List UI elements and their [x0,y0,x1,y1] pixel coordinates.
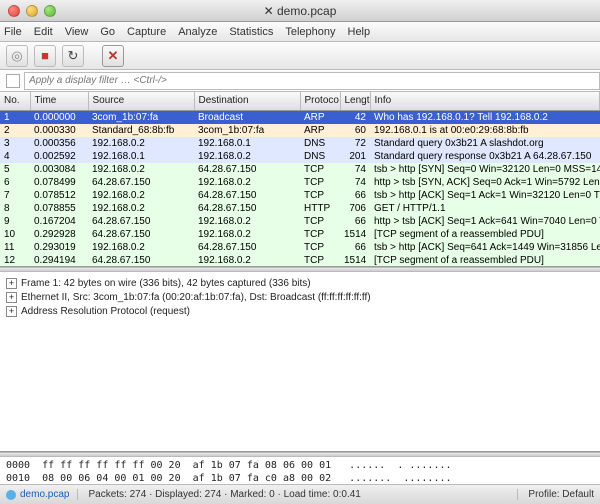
start-capture-button[interactable]: ◎ [6,45,28,67]
tree-frame[interactable]: +Frame 1: 42 bytes on wire (336 bits), 4… [6,276,594,290]
window-title: demo.pcap [277,4,336,18]
close-file-button[interactable]: ✕ [102,45,124,67]
menubar: File Edit View Go Capture Analyze Statis… [0,22,600,42]
col-header-no[interactable]: No. [0,92,30,110]
stop-capture-button[interactable]: ■ [34,45,56,67]
status-profile[interactable]: Profile: Default [528,489,594,500]
packet-row[interactable]: 20.000330Standard_68:8b:fb3com_1b:07:faA… [0,124,600,137]
close-icon: ✕ [108,48,119,64]
file-icon [6,490,16,500]
packet-row[interactable]: 120.29419464.28.67.150192.168.0.2TCP1514… [0,254,600,267]
tree-arp[interactable]: +Address Resolution Protocol (request) [6,304,594,318]
menu-statistics[interactable]: Statistics [229,26,273,38]
expand-icon[interactable]: + [6,292,17,303]
display-filter-input[interactable] [24,72,600,90]
expand-icon[interactable]: + [6,306,17,317]
menu-view[interactable]: View [65,26,89,38]
col-header-info[interactable]: Info [370,92,600,110]
col-header-protocol[interactable]: Protoco [300,92,340,110]
toolbar: ◎ ■ ↻ ✕ [0,42,600,70]
status-file[interactable]: demo.pcap [6,489,78,500]
menu-capture[interactable]: Capture [127,26,166,38]
status-packets: Packets: 274 · Displayed: 274 · Marked: … [88,489,518,500]
tree-ethernet[interactable]: +Ethernet II, Src: 3com_1b:07:fa (00:20:… [6,290,594,304]
expand-icon[interactable]: + [6,278,17,289]
filter-bar [0,70,600,92]
packet-row[interactable]: 60.07849964.28.67.150192.168.0.2TCP74htt… [0,176,600,189]
titlebar: ✕ demo.pcap [0,0,600,22]
menu-file[interactable]: File [4,26,22,38]
filter-bookmark-button[interactable] [6,74,20,88]
menu-go[interactable]: Go [100,26,115,38]
restart-capture-button[interactable]: ↻ [62,45,84,67]
packet-row[interactable]: 90.16720464.28.67.150192.168.0.2TCP66htt… [0,215,600,228]
packet-bytes-pane[interactable]: 0000 ff ff ff ff ff ff 00 20 af 1b 07 fa… [0,457,600,484]
col-header-time[interactable]: Time [30,92,88,110]
packet-details-pane[interactable]: +Frame 1: 42 bytes on wire (336 bits), 4… [0,272,600,452]
status-bar: demo.pcap Packets: 274 · Displayed: 274 … [0,484,600,504]
col-header-length[interactable]: Lengt [340,92,370,110]
menu-analyze[interactable]: Analyze [178,26,217,38]
stop-icon: ■ [41,48,49,63]
menu-telephony[interactable]: Telephony [285,26,335,38]
record-icon: ◎ [11,48,22,64]
packet-row[interactable]: 30.000356192.168.0.2192.168.0.1DNS72Stan… [0,137,600,150]
packet-row[interactable]: 100.29292864.28.67.150192.168.0.2TCP1514… [0,228,600,241]
packet-row[interactable]: 50.003084192.168.0.264.28.67.150TCP74tsb… [0,163,600,176]
packet-row[interactable]: 40.002592192.168.0.1192.168.0.2DNS201Sta… [0,150,600,163]
packet-list-pane[interactable]: No. Time Source Destination Protoco Leng… [0,92,600,267]
packet-row[interactable]: 70.078512192.168.0.264.28.67.150TCP66tsb… [0,189,600,202]
menu-edit[interactable]: Edit [34,26,53,38]
menu-help[interactable]: Help [348,26,371,38]
col-header-destination[interactable]: Destination [194,92,300,110]
packet-row[interactable]: 110.293019192.168.0.264.28.67.150TCP66ts… [0,241,600,254]
restart-icon: ↻ [68,48,79,64]
hex-row: 0010 08 00 06 04 00 01 00 20 af 1b 07 fa… [6,473,594,484]
packet-row[interactable]: 80.078855192.168.0.264.28.67.150HTTP706G… [0,202,600,215]
hex-row: 0000 ff ff ff ff ff ff 00 20 af 1b 07 fa… [6,460,594,473]
packet-row[interactable]: 10.0000003com_1b:07:faBroadcastARP42Who … [0,110,600,124]
col-header-source[interactable]: Source [88,92,194,110]
window-title-prefix: ✕ [264,4,277,18]
packet-row[interactable]: 130.298641192.168.0.264.28.67.150TCP66ts… [0,267,600,268]
